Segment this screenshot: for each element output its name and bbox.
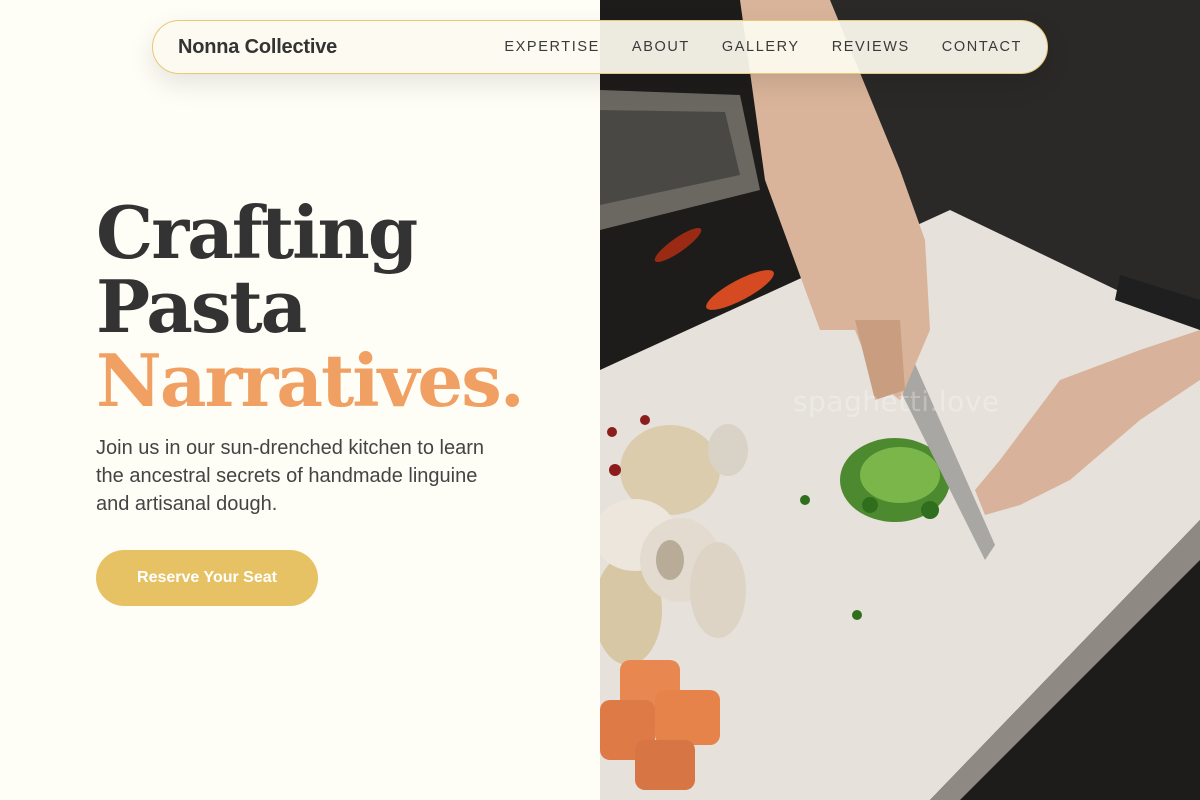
hero-title: Crafting Pasta Narratives. bbox=[96, 190, 525, 423]
hero-title-line1: Crafting bbox=[96, 190, 418, 275]
hero-description: Join us in our sun-drenched kitchen to l… bbox=[96, 437, 485, 515]
nav-link-gallery[interactable]: GALLERY bbox=[722, 39, 800, 55]
nav-link-about[interactable]: ABOUT bbox=[632, 39, 690, 55]
brand-logo[interactable]: Nonna Collective bbox=[178, 36, 337, 59]
nav-links: EXPERTISE ABOUT GALLERY REVIEWS CONTACT bbox=[504, 39, 1022, 55]
hero-title-accent: Narratives. bbox=[96, 338, 525, 423]
nav-link-reviews[interactable]: REVIEWS bbox=[832, 39, 910, 55]
hero-title-line2: Pasta bbox=[96, 264, 307, 349]
reserve-seat-button[interactable]: Reserve Your Seat bbox=[96, 550, 318, 606]
watermark-text: spaghetti.love bbox=[793, 385, 1000, 418]
nav-link-expertise[interactable]: EXPERTISE bbox=[504, 39, 600, 55]
navbar: Nonna Collective EXPERTISE ABOUT GALLERY… bbox=[152, 20, 1048, 74]
nav-link-contact[interactable]: CONTACT bbox=[942, 39, 1022, 55]
hero-photo: spaghetti.love bbox=[600, 0, 1200, 800]
